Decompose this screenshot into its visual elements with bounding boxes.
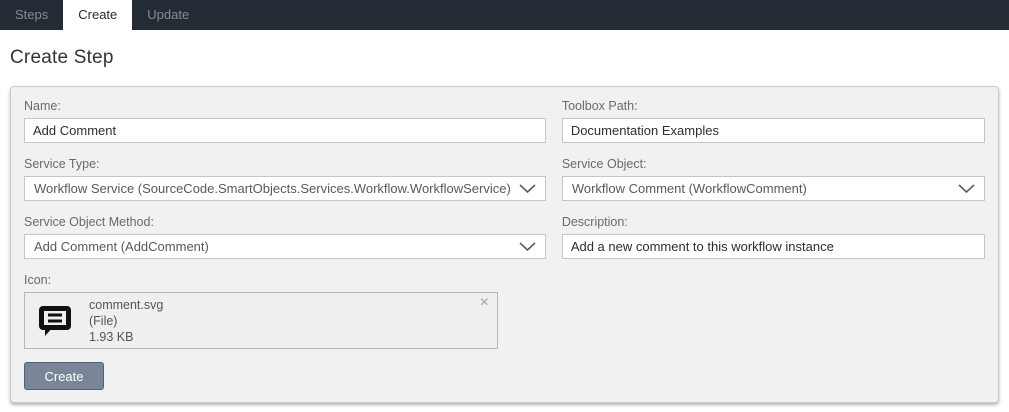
chevron-down-icon — [958, 184, 975, 193]
chevron-down-icon — [519, 242, 536, 251]
icon-label: Icon: — [24, 273, 498, 287]
service-object-label: Service Object: — [562, 157, 985, 171]
description-input[interactable] — [562, 234, 985, 259]
remove-file-icon[interactable]: × — [480, 294, 489, 312]
description-field-group: Description: — [562, 215, 985, 259]
toolbox-path-input[interactable] — [562, 118, 985, 143]
tab-steps[interactable]: Steps — [0, 0, 63, 30]
file-size: 1.93 KB — [89, 329, 163, 345]
tab-create[interactable]: Create — [63, 0, 132, 30]
name-label: Name: — [24, 99, 546, 113]
chevron-down-icon — [519, 184, 536, 193]
service-object-value: Workflow Comment (WorkflowComment) — [572, 181, 807, 196]
description-label: Description: — [562, 215, 985, 229]
service-object-select[interactable]: Workflow Comment (WorkflowComment) — [562, 176, 985, 201]
service-type-value: Workflow Service (SourceCode.SmartObject… — [34, 181, 511, 196]
comment-icon — [37, 303, 73, 339]
icon-field-group: Icon: comment.svg (File) 1.93 KB × — [24, 273, 498, 349]
tab-update[interactable]: Update — [132, 0, 204, 30]
file-meta: comment.svg (File) 1.93 KB — [89, 297, 163, 345]
service-type-label: Service Type: — [24, 157, 546, 171]
service-type-select[interactable]: Workflow Service (SourceCode.SmartObject… — [24, 176, 546, 201]
icon-file-chip: comment.svg (File) 1.93 KB × — [24, 292, 498, 349]
file-name: comment.svg — [89, 297, 163, 313]
tab-bar: Steps Create Update — [0, 0, 1009, 30]
service-object-method-label: Service Object Method: — [24, 215, 546, 229]
name-field-group: Name: — [24, 99, 546, 143]
service-object-method-value: Add Comment (AddComment) — [34, 239, 209, 254]
file-kind: (File) — [89, 313, 163, 329]
toolbox-path-field-group: Toolbox Path: — [562, 99, 985, 143]
form-grid: Name: Toolbox Path: Service Type: Workfl… — [24, 99, 985, 273]
toolbox-path-label: Toolbox Path: — [562, 99, 985, 113]
service-object-field-group: Service Object: Workflow Comment (Workfl… — [562, 157, 985, 201]
service-object-method-select[interactable]: Add Comment (AddComment) — [24, 234, 546, 259]
name-input[interactable] — [24, 118, 546, 143]
create-step-panel: Name: Toolbox Path: Service Type: Workfl… — [10, 86, 999, 403]
page-title: Create Step — [10, 47, 1009, 69]
service-object-method-field-group: Service Object Method: Add Comment (AddC… — [24, 215, 546, 259]
create-button[interactable]: Create — [24, 362, 104, 390]
service-type-field-group: Service Type: Workflow Service (SourceCo… — [24, 157, 546, 201]
